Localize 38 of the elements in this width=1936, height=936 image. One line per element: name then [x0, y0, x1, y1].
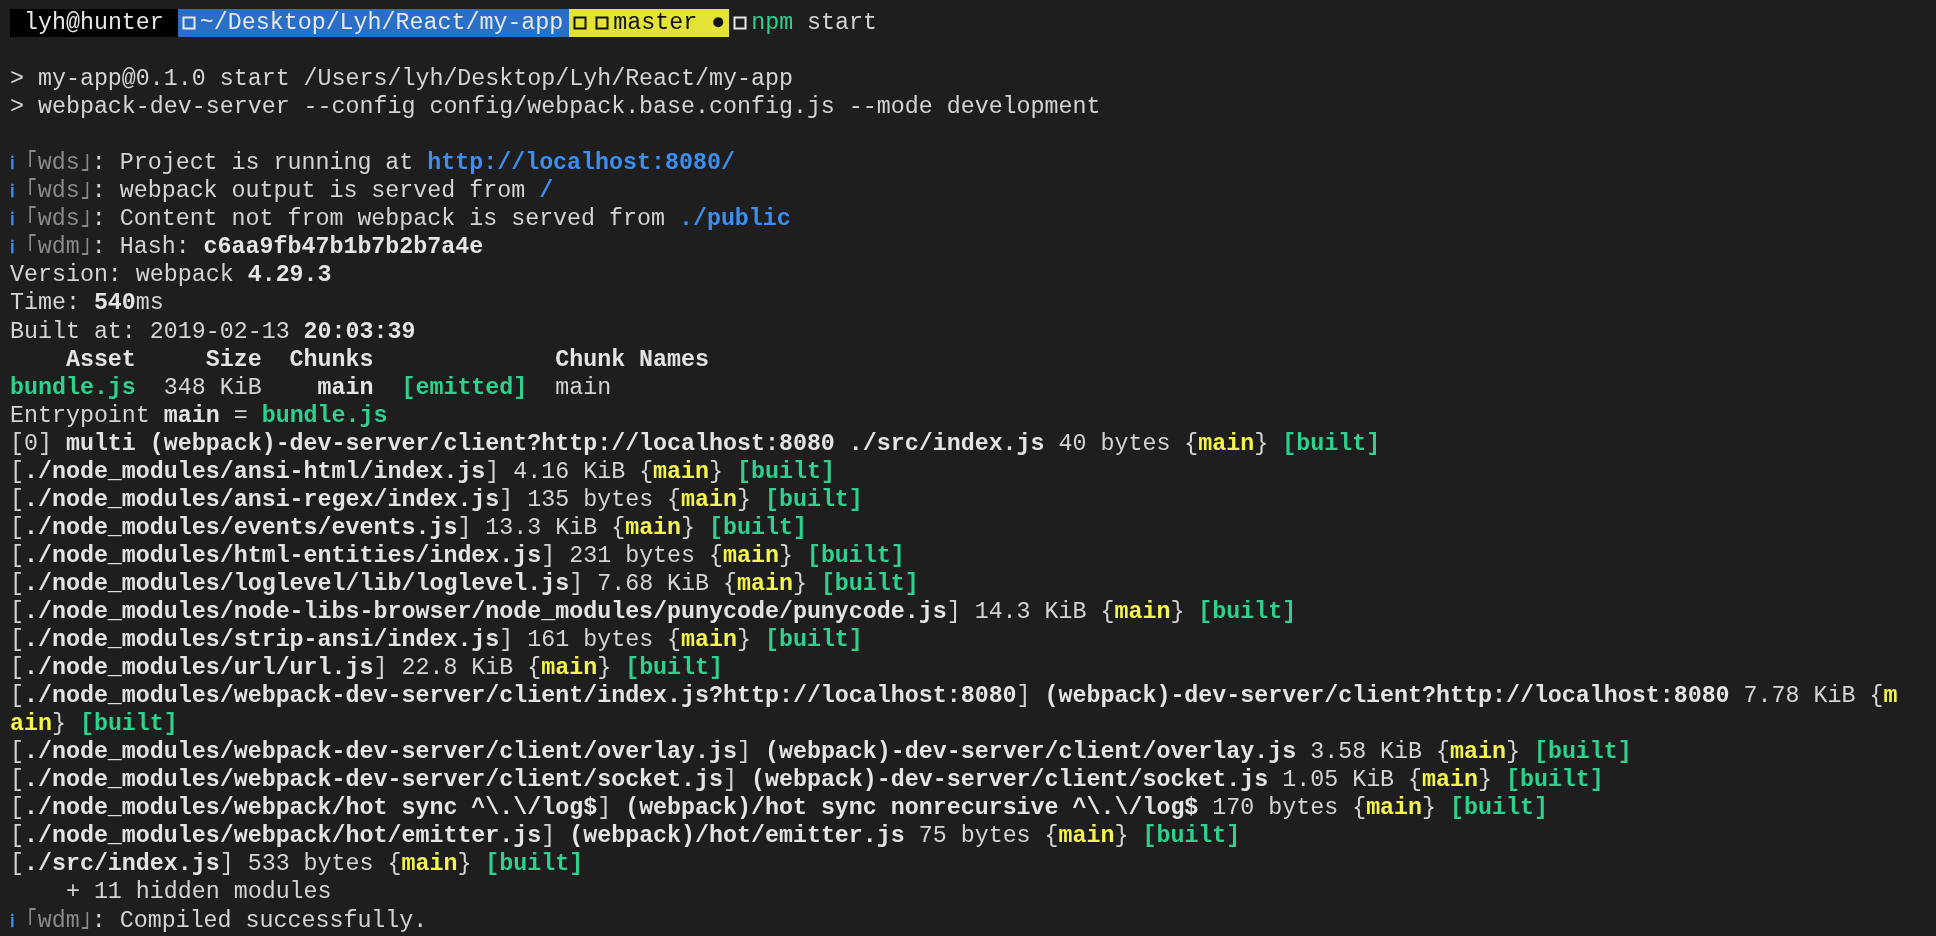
terminal-line: Built at: 2019-02-13 20:03:39	[10, 317, 416, 346]
terminal-line: [./node_modules/ansi-regex/index.js] 135 bytes {main} [built]	[10, 485, 863, 514]
terminal-line: [./node_modules/webpack-dev-server/client/socket.js] (webpack)-dev-server/client/socket.js 1.05 KiB {main} [built]	[10, 766, 1604, 795]
terminal-line: ain} [built]	[10, 710, 178, 739]
terminal-line: [./src/index.js] 533 bytes {main} [built]	[10, 850, 584, 879]
terminal-line: [./node_modules/strip-ansi/index.js] 161 bytes {main} [built]	[10, 626, 863, 655]
prompt-path: ~/Desktop/Lyh/React/my-app	[177, 9, 570, 38]
terminal-line: [./node_modules/node-libs-browser/node_modules/punycode/punycode.js] 14.3 KiB {main} [built]	[10, 598, 1297, 627]
square-glyph-icon	[733, 15, 748, 31]
terminal-line: [./node_modules/loglevel/lib/loglevel.js] 7.68 KiB {main} [built]	[10, 569, 919, 598]
terminal-line: > my-app@0.1.0 start /Users/lyh/Desktop/Lyh/React/my-app	[10, 65, 793, 94]
terminal-line: [./node_modules/url/url.js] 22.8 KiB {main} [built]	[10, 654, 724, 683]
terminal-line: [./node_modules/ansi-html/index.js] 4.16 KiB {main} [built]	[10, 457, 835, 486]
terminal-line: [./node_modules/events/events.js] 13.3 KiB {main} [built]	[10, 513, 807, 542]
prompt-user: lyh@hunter	[10, 9, 178, 38]
terminal-line: bundle.js 348 KiB main [emitted] main	[10, 373, 612, 402]
terminal-line: ℹ ｢wdm｣: Hash: c6aa9fb47b1b7b2b7a4e	[10, 233, 484, 262]
terminal-line: > webpack-dev-server --config config/webpack.base.config.js --mode development	[10, 93, 1101, 122]
terminal-line: Time: 540ms	[10, 289, 164, 318]
terminal-line: [./node_modules/html-entities/index.js] 231 bytes {main} [built]	[10, 541, 905, 570]
terminal-line: [0] multi (webpack)-dev-server/client?http://localhost:8080 ./src/index.js 40 bytes {main} [built]	[10, 429, 1381, 458]
terminal-line: ℹ ｢wds｣: webpack output is served from /	[10, 177, 554, 206]
terminal-line: [./node_modules/webpack/hot/emitter.js] (webpack)/hot/emitter.js 75 bytes {main} [built]	[10, 822, 1241, 851]
terminal-line: [./node_modules/webpack-dev-server/client/overlay.js] (webpack)-dev-server/client/overlay.js 3.58 KiB {main} [built]	[10, 738, 1632, 767]
square-glyph-icon	[181, 15, 196, 32]
prompt-branch: master ●	[569, 9, 730, 38]
terminal-line: + 11 hidden modules	[64, 878, 332, 907]
terminal-line: [./node_modules/webpack-dev-server/client/index.js?http://localhost:8080] (webpack)-dev-server/client?http://localhost:8080 7.78 KiB {m	[10, 682, 1898, 711]
terminal-line: Version: webpack 4.29.3	[10, 261, 332, 290]
terminal-line: ℹ ｢wds｣: Project is running at http://localhost:8080/	[10, 149, 735, 178]
square-glyph-icon	[595, 15, 610, 32]
terminal-line: ℹ ｢wdm｣: Compiled successfully.	[10, 906, 428, 935]
command-text: npm start	[751, 9, 877, 38]
terminal-line: Entrypoint main = bundle.js	[10, 401, 388, 430]
square-glyph-icon	[573, 15, 588, 32]
terminal-line: Asset Size Chunks Chunk Names	[64, 345, 710, 374]
terminal-line: ℹ ｢wds｣: Content not from webpack is served from ./public	[10, 205, 791, 234]
terminal-line: [./node_modules/webpack/hot sync ^\.\/log$] (webpack)/hot sync nonrecursive ^\.\/log$ 170 bytes {main} [built]	[10, 794, 1548, 823]
